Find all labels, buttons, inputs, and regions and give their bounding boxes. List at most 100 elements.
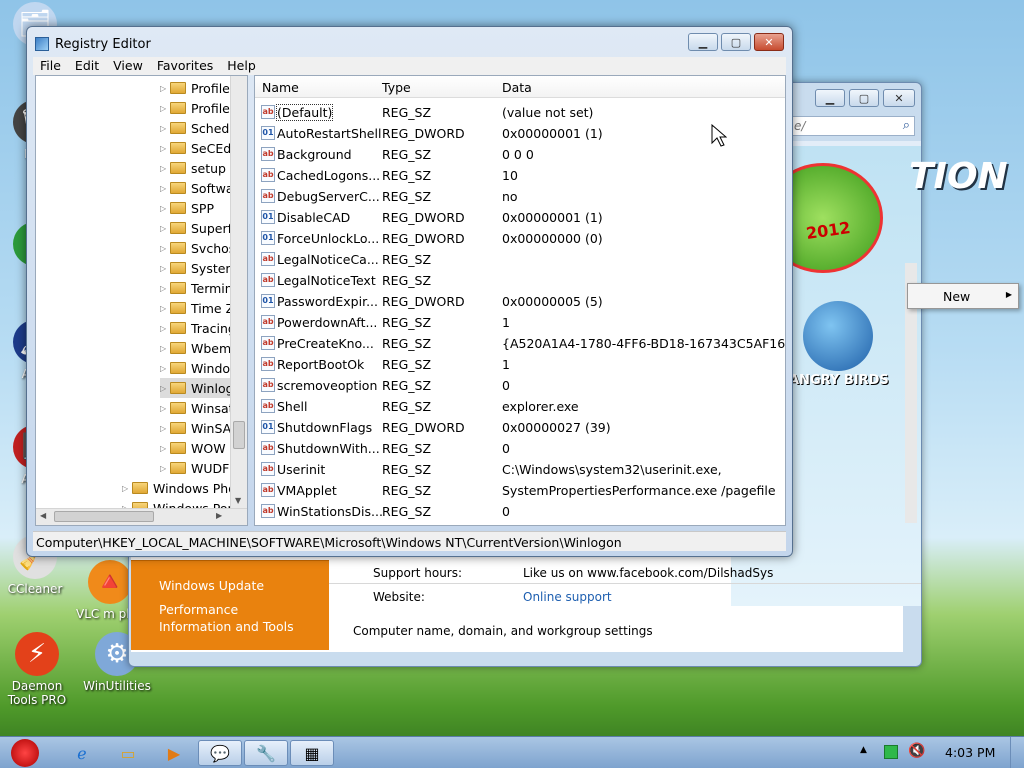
value-row[interactable]: ab VMApplet REG_SZ SystemPropertiesPerforma… — [255, 480, 785, 501]
scroll-left-arrow-icon[interactable]: ◀ — [40, 511, 46, 520]
tree-item[interactable]: ▷ Time Z — [160, 298, 234, 318]
registry-editor-window[interactable]: Registry Editor ▁ ▢ ✕ File Edit View Favori… — [26, 26, 793, 557]
online-support-link[interactable]: Online support — [523, 590, 612, 604]
value-row[interactable]: ab PowerdownAft... REG_SZ 1 — [255, 312, 785, 333]
tree-item[interactable]: ▷ Svchos — [160, 238, 235, 258]
expand-arrow-icon[interactable]: ▷ — [160, 284, 170, 293]
tree-item[interactable]: ▷ SPP — [160, 198, 214, 218]
value-row[interactable]: ab (Default) REG_SZ (value not set) — [255, 102, 785, 123]
expand-arrow-icon[interactable]: ▷ — [160, 204, 170, 213]
value-row[interactable]: ab LegalNoticeText REG_SZ — [255, 270, 785, 291]
menu-item-help[interactable]: Help — [220, 57, 263, 75]
expand-arrow-icon[interactable]: ▷ — [160, 244, 170, 253]
tree-item[interactable]: ▷ setup — [160, 158, 226, 178]
value-row[interactable]: ab WinStationsDis... REG_SZ 0 — [255, 501, 785, 522]
expand-arrow-icon[interactable]: ▷ — [160, 384, 170, 393]
tree-item[interactable]: ▷ Schedu — [160, 118, 237, 138]
expand-arrow-icon[interactable]: ▷ — [160, 144, 170, 153]
tree-item[interactable]: ▷ Profile — [160, 98, 230, 118]
expand-arrow-icon[interactable]: ▷ — [160, 364, 170, 373]
menu-item-view[interactable]: View — [106, 57, 150, 75]
start-button[interactable] — [2, 739, 48, 767]
tree-item[interactable]: ▷ Windo — [160, 358, 230, 378]
tree-item[interactable]: ▷ System — [160, 258, 238, 278]
value-row[interactable]: ab ShutdownWith... REG_SZ 0 — [255, 438, 785, 459]
value-row[interactable]: ab Shell REG_SZ explorer.exe — [255, 396, 785, 417]
hscroll-thumb[interactable] — [54, 511, 154, 522]
desktop-icon[interactable]: ⚡ Daemon Tools PRO — [0, 632, 77, 707]
expand-arrow-icon[interactable]: ▷ — [160, 424, 170, 433]
value-row[interactable]: ab CachedLogons... REG_SZ 10 — [255, 165, 785, 186]
expand-arrow-icon[interactable]: ▷ — [160, 84, 170, 93]
value-row[interactable]: ab DebugServerC... REG_SZ no — [255, 186, 785, 207]
expand-arrow-icon[interactable]: ▷ — [160, 164, 170, 173]
maximize-button[interactable]: ▢ — [849, 89, 879, 107]
expand-arrow-icon[interactable]: ▷ — [160, 304, 170, 313]
value-row[interactable]: ab Userinit REG_SZ C:\Windows\system32\user… — [255, 459, 785, 480]
expand-arrow-icon[interactable]: ▷ — [160, 344, 170, 353]
scroll-down-arrow-icon[interactable]: ▼ — [235, 496, 241, 505]
minimize-button[interactable]: ▁ — [815, 89, 845, 107]
tree-item[interactable]: ▷ WUDF — [160, 458, 229, 478]
clock[interactable]: 4:03 PM — [945, 745, 995, 760]
windows-update-link[interactable]: Windows Update — [131, 578, 329, 593]
show-desktop-button[interactable] — [1010, 737, 1024, 768]
expand-arrow-icon[interactable]: ▷ — [160, 264, 170, 273]
network-icon[interactable] — [884, 745, 898, 759]
value-row[interactable]: 01 AutoRestartShell REG_DWORD 0x00000001 (1… — [255, 123, 785, 144]
column-name[interactable]: Name — [262, 80, 299, 95]
tree-item[interactable]: ▷ Termin — [160, 278, 233, 298]
tree-item[interactable]: ▷ Wbem — [160, 338, 231, 358]
menu-item-favorites[interactable]: Favorites — [150, 57, 220, 75]
tree-item[interactable]: ▷ Superf — [160, 218, 232, 238]
tree-item[interactable]: ▷ WOW — [160, 438, 226, 458]
column-type[interactable]: Type — [382, 80, 411, 95]
show-hidden-icons-icon[interactable]: ▲ — [860, 745, 867, 755]
expand-arrow-icon[interactable]: ▷ — [122, 484, 132, 493]
menu-item-edit[interactable]: Edit — [68, 57, 106, 75]
tree-vertical-scrollbar[interactable]: ▼ — [230, 76, 247, 525]
tree-horizontal-scrollbar[interactable]: ◀ ▶ — [36, 508, 247, 525]
media-player-icon[interactable]: ▶ — [152, 740, 196, 766]
expand-arrow-icon[interactable]: ▷ — [160, 324, 170, 333]
scroll-thumb[interactable] — [233, 421, 245, 449]
value-row[interactable]: 01 ShutdownFlags REG_DWORD 0x00000027 (39) — [255, 417, 785, 438]
search-input[interactable]: e/ ⌕ — [791, 116, 915, 136]
value-row[interactable]: ab PreCreateKno... REG_SZ {A520A1A4-1780-4F… — [255, 333, 785, 354]
regedit-taskbar-icon[interactable]: ▦ — [290, 740, 334, 766]
expand-arrow-icon[interactable]: ▷ — [160, 124, 170, 133]
expand-arrow-icon[interactable]: ▷ — [160, 224, 170, 233]
tree-item[interactable]: ▷ SeCEd — [160, 138, 231, 158]
volume-muted-icon[interactable]: 🔇 — [908, 743, 925, 759]
close-button[interactable]: ✕ — [754, 33, 784, 51]
expand-arrow-icon[interactable]: ▷ — [160, 464, 170, 473]
value-row[interactable]: ab scremoveoption REG_SZ 0 — [255, 375, 785, 396]
minimize-button[interactable]: ▁ — [688, 33, 718, 51]
tree-item[interactable]: ▷ Winsat — [160, 398, 234, 418]
windows-explorer-icon[interactable]: ▭ — [106, 740, 150, 766]
value-row[interactable]: ab ReportBootOk REG_SZ 1 — [255, 354, 785, 375]
menu-item-file[interactable]: File — [33, 57, 68, 75]
search-icon[interactable]: ⌕ — [903, 118, 910, 133]
registry-tree[interactable]: ▷ Profile ▷ Profile ▷ Schedu ▷ SeCEd ▷ setup ▷ Soft… — [35, 75, 248, 526]
value-row[interactable]: 01 ForceUnlockLo... REG_DWORD 0x00000000 (0… — [255, 228, 785, 249]
tree-item[interactable]: ▷ Windows Pho — [122, 478, 236, 498]
tree-item[interactable]: ▷ Tracing — [160, 318, 236, 338]
value-row[interactable]: ab Background REG_SZ 0 0 0 — [255, 144, 785, 165]
context-menu[interactable]: New ▶ — [907, 283, 1019, 309]
expand-arrow-icon[interactable]: ▷ — [160, 444, 170, 453]
tree-item[interactable]: ▷ Winlog — [160, 378, 234, 398]
maximize-button[interactable]: ▢ — [721, 33, 751, 51]
expand-arrow-icon[interactable]: ▷ — [160, 404, 170, 413]
value-row[interactable]: ab LegalNoticeCa... REG_SZ — [255, 249, 785, 270]
tree-item[interactable]: ▷ WinSA — [160, 418, 231, 438]
tree-item[interactable]: ▷ Profile — [160, 78, 230, 98]
context-menu-item-new[interactable]: New — [943, 289, 970, 304]
expand-arrow-icon[interactable]: ▷ — [160, 184, 170, 193]
tool-taskbar-icon[interactable]: 🔧 — [244, 740, 288, 766]
performance-link[interactable]: Performance Information and Tools — [131, 601, 311, 635]
tree-item[interactable]: ▷ Softwa — [160, 178, 234, 198]
values-list[interactable]: Name Type Data ab (Default) REG_SZ (value n… — [254, 75, 786, 526]
messenger-taskbar-icon[interactable]: 💬 — [198, 740, 242, 766]
close-button[interactable]: ✕ — [883, 89, 915, 107]
